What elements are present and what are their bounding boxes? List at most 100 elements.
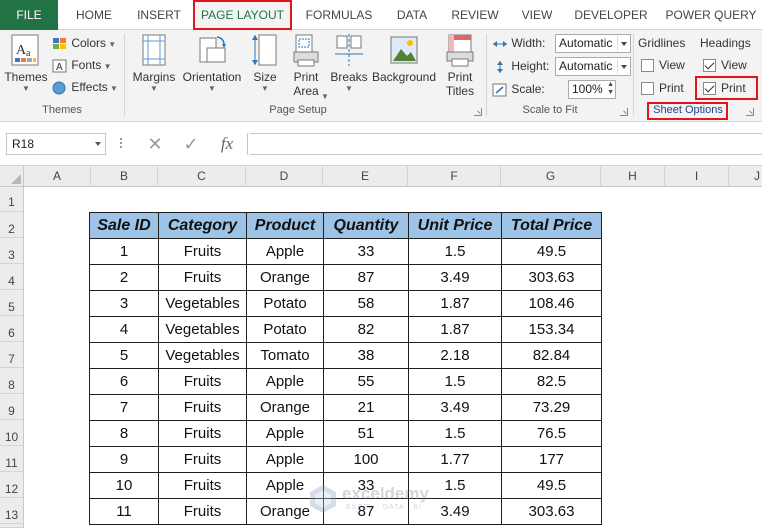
- table-cell[interactable]: Fruits: [158, 472, 247, 499]
- table-cell[interactable]: Fruits: [158, 446, 247, 473]
- table-cell[interactable]: Fruits: [158, 420, 247, 447]
- headings-view-checkbox[interactable]: [703, 59, 716, 72]
- table-cell[interactable]: 38: [323, 342, 409, 369]
- tab-data[interactable]: DATA: [388, 0, 436, 30]
- table-cell[interactable]: 33: [323, 238, 409, 265]
- table-cell[interactable]: 3.49: [408, 394, 502, 421]
- table-cell[interactable]: Fruits: [158, 238, 247, 265]
- table-cell[interactable]: 303.63: [501, 264, 602, 291]
- width-select[interactable]: Automatic: [555, 34, 631, 53]
- table-cell[interactable]: 1.5: [408, 368, 502, 395]
- column-header-a[interactable]: A: [24, 166, 91, 187]
- table-cell[interactable]: 303.63: [501, 498, 602, 525]
- table-cell[interactable]: Orange: [246, 394, 324, 421]
- table-cell[interactable]: Apple: [246, 446, 324, 473]
- table-header-cell[interactable]: Sale ID: [89, 212, 159, 239]
- print-titles-button[interactable]: Print Titles: [440, 34, 480, 98]
- row-header[interactable]: 5: [0, 290, 24, 316]
- gridlines-view-checkbox[interactable]: [641, 59, 654, 72]
- print-area-button[interactable]: Print Area: [286, 34, 326, 98]
- table-cell[interactable]: 1.5: [408, 238, 502, 265]
- table-header-cell[interactable]: Quantity: [323, 212, 409, 239]
- column-header-c[interactable]: C: [158, 166, 246, 187]
- table-cell[interactable]: 7: [89, 394, 159, 421]
- tab-review[interactable]: REVIEW: [446, 0, 504, 30]
- table-cell[interactable]: Fruits: [158, 264, 247, 291]
- table-cell[interactable]: Orange: [246, 264, 324, 291]
- table-cell[interactable]: Apple: [246, 238, 324, 265]
- colors-button[interactable]: Colors ▼: [52, 33, 116, 53]
- column-header-d[interactable]: D: [246, 166, 323, 187]
- tab-power-query[interactable]: POWER QUERY: [662, 0, 760, 30]
- table-cell[interactable]: 1.87: [408, 316, 502, 343]
- tab-insert[interactable]: INSERT: [130, 0, 188, 30]
- row-header[interactable]: 14: [0, 524, 24, 528]
- table-cell[interactable]: 76.5: [501, 420, 602, 447]
- row-header[interactable]: 1: [0, 187, 24, 212]
- table-cell[interactable]: Apple: [246, 420, 324, 447]
- table-cell[interactable]: Apple: [246, 368, 324, 395]
- gridlines-print-checkbox[interactable]: [641, 82, 654, 95]
- table-cell[interactable]: 21: [323, 394, 409, 421]
- name-box[interactable]: R18: [6, 133, 106, 155]
- row-header[interactable]: 7: [0, 342, 24, 368]
- table-cell[interactable]: Vegetables: [158, 342, 247, 369]
- table-cell[interactable]: 2: [89, 264, 159, 291]
- column-header-j[interactable]: J: [729, 166, 762, 187]
- table-header-cell[interactable]: Unit Price: [408, 212, 502, 239]
- table-cell[interactable]: 100: [323, 446, 409, 473]
- row-header[interactable]: 9: [0, 394, 24, 420]
- row-header[interactable]: 11: [0, 446, 24, 472]
- table-cell[interactable]: 82.84: [501, 342, 602, 369]
- table-cell[interactable]: 9: [89, 446, 159, 473]
- table-cell[interactable]: Vegetables: [158, 316, 247, 343]
- table-cell[interactable]: 49.5: [501, 238, 602, 265]
- table-cell[interactable]: 58: [323, 290, 409, 317]
- tab-formulas[interactable]: FORMULAS: [300, 0, 378, 30]
- table-cell[interactable]: Fruits: [158, 368, 247, 395]
- table-cell[interactable]: 10: [89, 472, 159, 499]
- table-cell[interactable]: 1.5: [408, 420, 502, 447]
- scale-to-fit-launcher-icon[interactable]: [620, 108, 628, 116]
- table-cell[interactable]: Fruits: [158, 498, 247, 525]
- table-cell[interactable]: 1.87: [408, 290, 502, 317]
- breaks-button[interactable]: Breaks ▼: [330, 34, 368, 94]
- table-cell[interactable]: Vegetables: [158, 290, 247, 317]
- effects-button[interactable]: Effects ▼: [52, 77, 118, 97]
- table-cell[interactable]: 153.34: [501, 316, 602, 343]
- cancel-icon[interactable]: ✕: [142, 133, 168, 155]
- select-all-button[interactable]: [0, 166, 24, 187]
- column-header-i[interactable]: I: [665, 166, 729, 187]
- table-cell[interactable]: 55: [323, 368, 409, 395]
- table-cell[interactable]: 4: [89, 316, 159, 343]
- table-cell[interactable]: 5: [89, 342, 159, 369]
- table-cell[interactable]: 1: [89, 238, 159, 265]
- table-header-cell[interactable]: Category: [158, 212, 247, 239]
- table-cell[interactable]: 11: [89, 498, 159, 525]
- page-setup-launcher-icon[interactable]: [474, 108, 482, 116]
- spinner-arrows-icon[interactable]: ▲ ▼: [607, 81, 614, 97]
- table-cell[interactable]: 3: [89, 290, 159, 317]
- margins-button[interactable]: Margins ▼: [128, 34, 180, 94]
- table-cell[interactable]: Potato: [246, 290, 324, 317]
- table-cell[interactable]: Fruits: [158, 394, 247, 421]
- table-cell[interactable]: 51: [323, 420, 409, 447]
- table-cell[interactable]: 108.46: [501, 290, 602, 317]
- chevron-down-icon[interactable]: [95, 142, 101, 146]
- enter-check-icon[interactable]: ✓: [178, 133, 204, 155]
- row-header[interactable]: 6: [0, 316, 24, 342]
- scale-spinner[interactable]: 100% ▲ ▼: [568, 80, 616, 99]
- column-header-f[interactable]: F: [408, 166, 501, 187]
- table-cell[interactable]: 2.18: [408, 342, 502, 369]
- orientation-button[interactable]: Orientation ▼: [180, 34, 244, 94]
- height-select[interactable]: Automatic: [555, 57, 631, 76]
- tab-page-layout[interactable]: PAGE LAYOUT: [193, 0, 292, 30]
- row-header[interactable]: 4: [0, 264, 24, 290]
- table-cell[interactable]: 8: [89, 420, 159, 447]
- row-header[interactable]: 10: [0, 420, 24, 446]
- table-cell[interactable]: 87: [323, 264, 409, 291]
- column-header-e[interactable]: E: [323, 166, 408, 187]
- table-cell[interactable]: 82: [323, 316, 409, 343]
- background-button[interactable]: Background: [370, 34, 438, 84]
- row-header[interactable]: 8: [0, 368, 24, 394]
